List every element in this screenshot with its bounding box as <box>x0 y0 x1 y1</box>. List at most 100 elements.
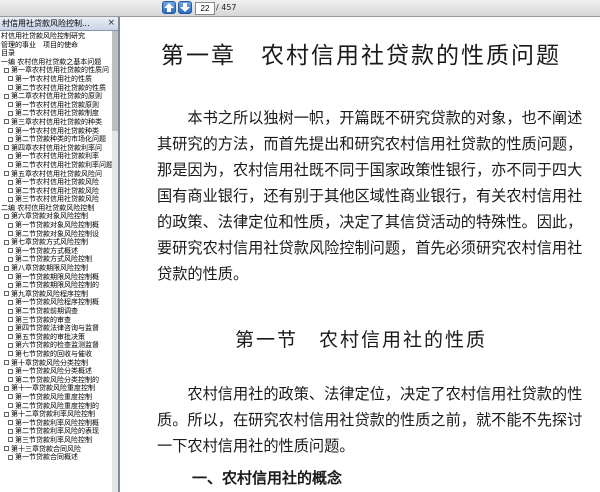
bookmark-item[interactable]: 第十二章贷款利率风险控制 <box>0 410 112 419</box>
bookmark-page-icon <box>8 153 13 159</box>
bookmark-page-icon <box>8 102 13 108</box>
bookmark-label: 第二节贷款前期调查 <box>15 307 78 315</box>
bookmark-item[interactable]: 第九章贷款风险程序控制 <box>0 290 112 299</box>
bookmark-page-icon <box>8 308 13 314</box>
bookmark-page-icon <box>4 145 9 151</box>
bookmark-item[interactable]: 目录 <box>0 49 112 58</box>
bookmark-item[interactable]: 第三节贷款的审查 <box>0 316 112 325</box>
bookmark-item[interactable]: 第一节贷款风险分类概述 <box>0 367 112 376</box>
bookmark-item[interactable]: 第六章贷款对象风险控制 <box>0 212 112 221</box>
bookmark-item[interactable]: 第十一章贷款风险重度控制 <box>0 384 112 393</box>
bookmark-label: 第二节农村信用社贷款制度 <box>15 109 99 118</box>
bookmark-label: 第九章贷款风险程序控制 <box>11 289 88 298</box>
bookmark-label: 第四章农村信用社贷款利率问 <box>11 143 102 152</box>
bookmark-page-icon <box>8 351 13 357</box>
bookmark-item[interactable]: 第二章农村信用社贷款的原则 <box>0 92 112 101</box>
bookmark-item[interactable]: 第一节贷款合同概述 <box>0 453 112 462</box>
bookmark-label: 第一章农村信用社贷款的性质问 <box>11 66 109 75</box>
bookmark-item[interactable]: 第一节农村信用社贷款风险 <box>0 178 112 187</box>
bookmark-page-icon <box>4 119 9 125</box>
bookmark-item[interactable]: 第一节贷款期限风险控制概 <box>0 273 112 282</box>
chapter-title: 第一章 农村信用社贷款的性质问题 <box>161 43 561 69</box>
bookmark-item[interactable]: 第十三章贷款合同风险 <box>0 445 112 454</box>
bookmark-label: 第一节贷款方式概述 <box>15 246 78 255</box>
arrow-up-icon <box>164 3 174 12</box>
bookmark-label: 第二节贷款风险重度控制的 <box>15 401 99 410</box>
bookmark-item[interactable]: 管理的事业 项目的使命 <box>0 41 112 50</box>
bookmark-item[interactable]: 第一节贷款风险重度控制 <box>0 393 112 402</box>
bookmark-item[interactable]: 第一节贷款方式概述 <box>0 247 112 256</box>
bookmark-item[interactable]: 第一节贷款对象风险控制概 <box>0 221 112 230</box>
bookmark-item[interactable]: 二编 农村信用社贷款风险控制 <box>0 204 112 213</box>
bookmark-item[interactable]: 第一节农村信用社贷款原则 <box>0 101 112 110</box>
bookmark-label: 第一节贷款风险重度控制 <box>15 392 92 401</box>
bookmark-label: 第一节贷款对象风险控制概 <box>15 221 99 230</box>
bookmark-label: 第十一章贷款风险重度控制 <box>11 384 95 393</box>
bookmark-item[interactable]: 第四节贷款法律咨询与监督 <box>0 324 112 333</box>
bookmark-item[interactable]: 第三章农村信用社贷款的种类 <box>0 118 112 127</box>
sidebar-tab[interactable]: 村信用社贷款风险控制... × <box>0 17 118 31</box>
bookmark-item[interactable]: 第五节贷款的审批决策 <box>0 333 112 342</box>
bookmark-item[interactable]: 第四章农村信用社贷款利率问 <box>0 144 112 153</box>
bookmark-item[interactable]: 第一章农村信用社贷款的性质问 <box>0 66 112 75</box>
bookmark-item[interactable]: 村信用社贷款风险控制研究 <box>0 32 112 41</box>
bookmark-item[interactable]: 第二节贷款利率风险的表现 <box>0 427 112 436</box>
bookmark-item[interactable]: 第三节贷款利率风险控制 <box>0 436 112 445</box>
bookmark-item[interactable]: 一编 农村信用社贷款之基本问题 <box>0 58 112 67</box>
bookmark-label: 第三章农村信用社贷款的种类 <box>11 117 102 126</box>
bookmark-item[interactable]: 第一节农村信用社的性质 <box>0 75 112 84</box>
bookmark-item[interactable]: 第八章贷款期限风险控制 <box>0 264 112 273</box>
bookmark-label: 第六章贷款对象风险控制 <box>11 212 88 221</box>
previous-page-button[interactable] <box>162 1 176 14</box>
bookmark-item[interactable]: 第六节贷款的检查监测监督 <box>0 341 112 350</box>
bookmark-label: 第二节贷款风险分类控制的 <box>15 375 99 384</box>
bookmark-item[interactable]: 第一节农村信用社贷款种类 <box>0 127 112 136</box>
section-title: 第一节 农村信用社的性质 <box>234 329 487 351</box>
bookmark-item[interactable]: 第二节农村信用社贷款利率问题 <box>0 161 112 170</box>
bookmark-page-icon <box>4 171 9 176</box>
bookmark-item[interactable]: 第二节贷款风险重度控制的 <box>0 402 112 411</box>
bookmark-item[interactable]: 第一节贷款风险程序控制概 <box>0 298 112 307</box>
arrow-down-icon <box>180 3 190 12</box>
bookmark-item[interactable]: 第二节贷款前期调查 <box>0 307 112 316</box>
next-page-button[interactable] <box>178 1 192 14</box>
page-number-input[interactable] <box>195 2 215 15</box>
bookmark-page-icon <box>4 291 9 297</box>
bookmark-label: 第二节农村信用社贷款风险 <box>15 186 99 195</box>
close-icon[interactable]: × <box>107 17 115 29</box>
bookmark-item[interactable]: 第七节贷款的回收与催收 <box>0 350 112 359</box>
bookmark-page-icon <box>8 274 13 280</box>
bookmark-item[interactable]: 第三节农村信用社贷款风险 <box>0 195 112 204</box>
sidebar-scrollbar-thumb[interactable] <box>112 31 118 131</box>
bookmark-item[interactable]: 第一节农村信用社贷款利率 <box>0 152 112 161</box>
bookmark-label: 第一节农村信用社贷款利率 <box>15 152 99 161</box>
bookmark-item[interactable]: 第二节农村信用社贷款的性质 <box>0 84 112 93</box>
bookmark-item[interactable]: 第五章农村信用社贷款风险问 <box>0 170 112 179</box>
bookmark-page-icon <box>8 317 13 323</box>
bookmark-item[interactable]: 第一节贷款利率风险控制概 <box>0 419 112 428</box>
reader-toolbar: / 457 <box>0 0 600 17</box>
sidebar-scrollbar[interactable] <box>112 31 118 492</box>
bookmark-page-icon <box>8 128 13 134</box>
bookmark-item[interactable]: 第七章贷款方式风险控制 <box>0 238 112 247</box>
bookmark-item[interactable]: 第二节贷款种类的市场化问题 <box>0 135 112 144</box>
bookmark-label: 第十章贷款风险分类控制 <box>11 358 88 367</box>
bookmark-item[interactable]: 第二节贷款期限风险控制的 <box>0 281 112 290</box>
bookmark-page-icon <box>8 342 13 348</box>
bookmark-item[interactable]: 第二节农村信用社贷款风险 <box>0 187 112 196</box>
paragraph-section: 农村信用社的政策、法律定位，决定了农村信用社贷款的性质。所以，在研究农村信用社贷… <box>157 385 583 455</box>
bookmark-item[interactable]: 第二节贷款风险分类控制的 <box>0 376 112 385</box>
bookmark-label: 第一节贷款利率风险控制概 <box>15 418 99 427</box>
bookmark-page-icon <box>4 93 9 99</box>
bookmark-item[interactable]: 第二节贷款对象风险控制设 <box>0 230 112 239</box>
bookmark-page-icon <box>8 85 13 91</box>
bookmark-label: 第三节贷款利率风险控制 <box>15 435 92 444</box>
bookmark-item[interactable]: 第二节农村信用社贷款制度 <box>0 109 112 118</box>
bookmark-item[interactable]: 第二节贷款方式风险控制 <box>0 255 112 264</box>
bookmark-page-icon <box>4 213 9 219</box>
bookmark-label: 第二节农村信用社贷款利率问题 <box>15 160 112 169</box>
bookmark-page-icon <box>8 188 13 194</box>
bookmark-item[interactable]: 第十章贷款风险分类控制 <box>0 359 112 368</box>
bookmark-page-icon <box>8 196 13 202</box>
bookmark-page-icon <box>8 248 13 254</box>
